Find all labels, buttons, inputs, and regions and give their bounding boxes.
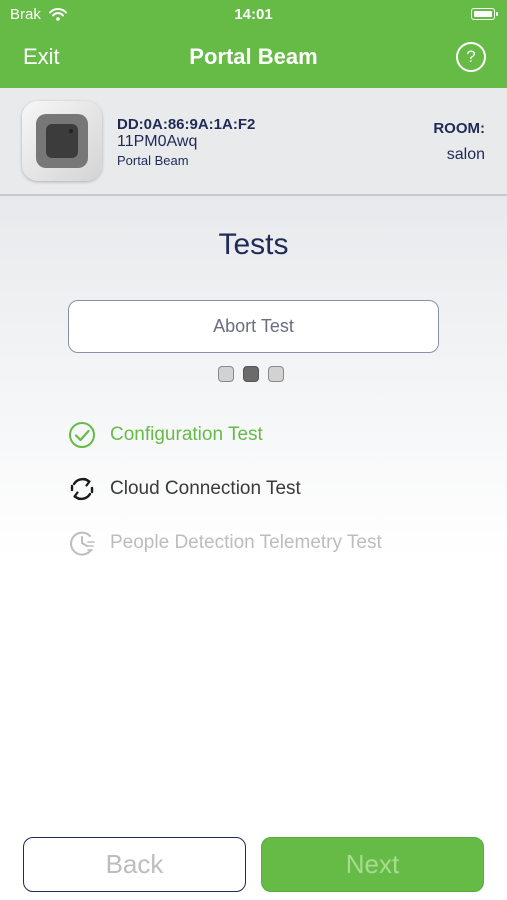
device-mac: DD:0A:86:9A:1A:F2: [117, 116, 256, 133]
room-label: ROOM:: [433, 120, 485, 137]
test-label: Configuration Test: [110, 424, 263, 445]
help-icon[interactable]: ?: [456, 42, 486, 72]
nav-bar: Exit Portal Beam ?: [0, 30, 507, 88]
tests-heading: Tests: [218, 228, 289, 261]
next-button[interactable]: Next: [261, 837, 484, 892]
test-item-configuration: Configuration Test: [68, 421, 263, 449]
progress-dots: [218, 366, 284, 382]
device-image: [22, 101, 102, 181]
progress-dot: [218, 366, 234, 382]
status-bar: Brak 14:01: [0, 0, 507, 30]
device-model: Portal Beam: [117, 153, 189, 168]
test-label: Cloud Connection Test: [110, 478, 301, 499]
room-value: salon: [446, 146, 485, 163]
device-card: DD:0A:86:9A:1A:F2 11PM0Awq Portal Beam R…: [0, 88, 507, 196]
clock: 14:01: [234, 6, 273, 23]
page-title: Portal Beam: [189, 44, 318, 69]
device-serial: 11PM0Awq: [117, 133, 198, 150]
progress-dot-active: [243, 366, 259, 382]
back-button[interactable]: Back: [23, 837, 246, 892]
test-item-cloud-connection: Cloud Connection Test: [68, 475, 301, 503]
test-label: People Detection Telemetry Test: [110, 532, 382, 553]
refresh-icon: [68, 475, 96, 503]
progress-dot: [268, 366, 284, 382]
check-circle-icon: [68, 421, 96, 449]
battery-icon: [471, 8, 498, 20]
test-item-people-detection: People Detection Telemetry Test: [68, 529, 382, 557]
abort-test-button[interactable]: Abort Test: [68, 300, 439, 353]
clock-icon: [68, 529, 96, 557]
